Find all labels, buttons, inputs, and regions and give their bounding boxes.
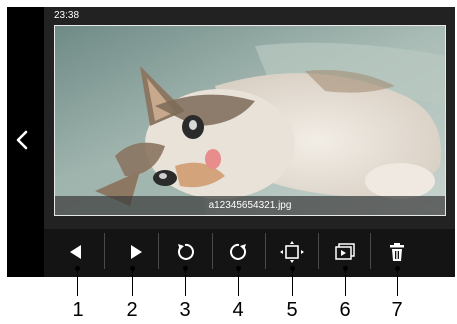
- toolbar-divider: [158, 233, 159, 269]
- clock-time: 23:38: [54, 10, 80, 21]
- trash-icon: [390, 243, 404, 261]
- callout-number: 6: [339, 299, 351, 321]
- next-triangle-icon: [131, 245, 142, 259]
- slideshow-icon: [335, 243, 355, 260]
- photo-viewer-diagram: 23:38 a12345654321.jpg 1 2 3 4 5 6 7: [0, 0, 457, 324]
- callout-number: 4: [232, 299, 244, 321]
- photo-view[interactable]: a12345654321.jpg: [54, 25, 446, 216]
- callout-leader: [132, 268, 133, 296]
- toolbar-divider: [212, 233, 213, 269]
- next-button[interactable]: [116, 232, 156, 272]
- callout-leader: [397, 268, 398, 296]
- cat-photo: [55, 26, 445, 215]
- callout-leader: [185, 268, 186, 296]
- zoom-fit-icon: [280, 241, 304, 263]
- callout-leader: [77, 268, 78, 296]
- callout-number: 2: [126, 299, 138, 321]
- callout-number: 1: [72, 299, 84, 321]
- callout-leader: [238, 268, 239, 296]
- back-button[interactable]: [7, 120, 37, 160]
- callout-number: 7: [391, 299, 403, 321]
- toolbar-divider: [318, 233, 319, 269]
- chevron-left-icon: [16, 130, 28, 150]
- photo-filename: a12345654321.jpg: [55, 196, 445, 215]
- rotate-left-icon: [178, 243, 194, 260]
- previous-triangle-icon: [70, 245, 81, 259]
- callout-leader: [292, 268, 293, 296]
- callout-number: 3: [179, 299, 191, 321]
- rotate-right-icon: [230, 243, 246, 260]
- toolbar-divider: [370, 233, 371, 269]
- toolbar-divider: [265, 233, 266, 269]
- callout-leader: [345, 268, 346, 296]
- callout-number: 5: [286, 299, 298, 321]
- toolbar-divider: [104, 233, 105, 269]
